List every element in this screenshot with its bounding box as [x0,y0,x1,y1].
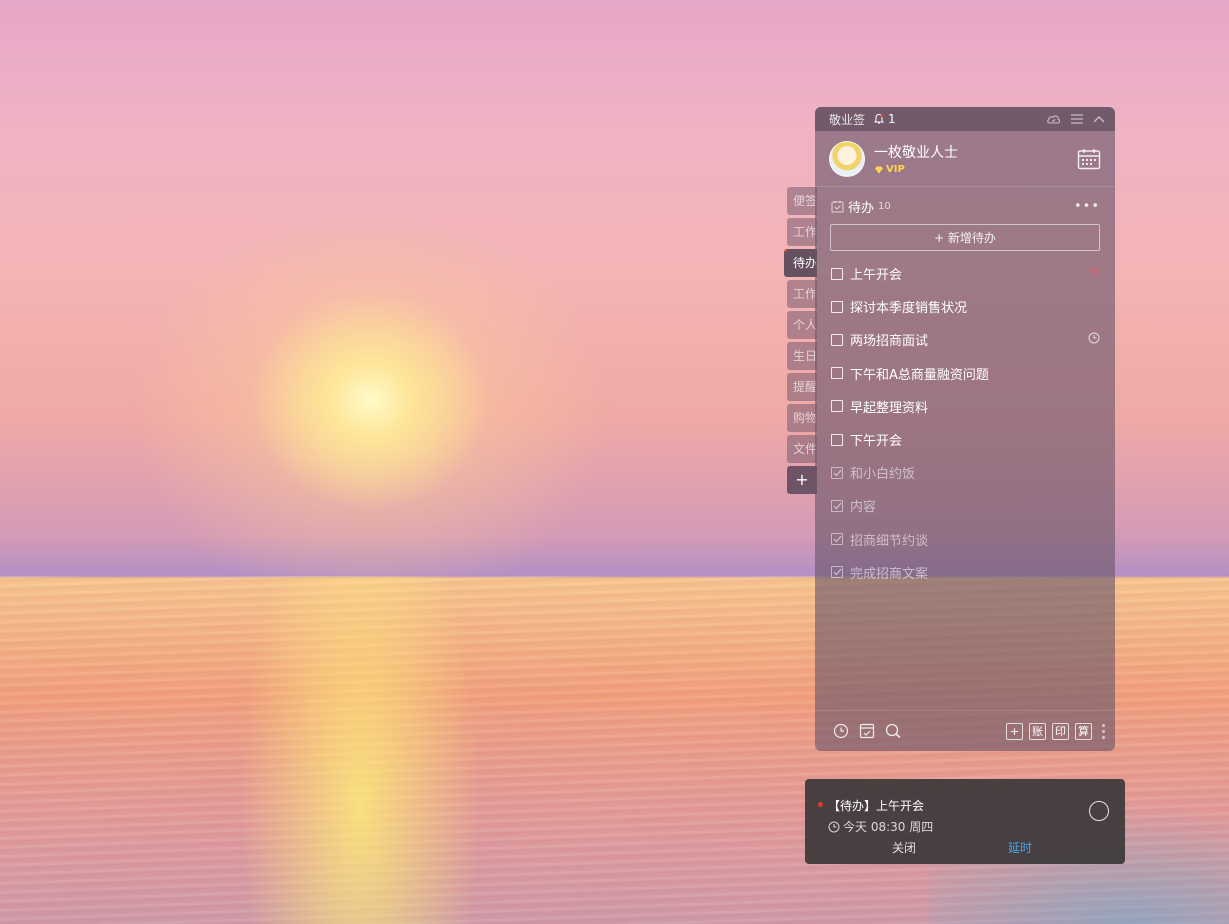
todo-text: 内容 [850,500,877,516]
todo-text: 完成招商文案 [850,566,929,582]
add-tab-button[interactable]: + [787,466,817,494]
tab-work[interactable]: 工作 [787,218,817,246]
todo-item[interactable]: 完成招商文案 [815,556,1115,589]
more-options-icon[interactable]: ••• [1074,199,1100,214]
search-icon[interactable] [885,723,902,739]
tab-shopping[interactable]: 购物 [787,404,817,432]
tab-birthday[interactable]: 生日 [787,342,817,370]
avatar[interactable] [829,140,865,177]
tab-work-2[interactable]: 工作 [787,280,817,308]
todo-item[interactable]: 下午开会 [815,423,1115,456]
clock-icon [828,821,840,832]
cloud-sync-icon[interactable] [1046,113,1061,125]
notification-count: 1 [888,112,896,126]
todo-item[interactable]: 两场招商面试 [815,323,1115,356]
section-header: 待办 10 ••• [815,187,1115,216]
vip-badge: VIP [874,164,958,175]
completed-list-icon[interactable] [859,723,875,739]
todo-item[interactable]: 和小白约饭 [815,456,1115,489]
tab-label: 购物 [793,411,817,425]
todo-text: 和小白约饭 [850,467,916,483]
reminder-notification: 【待办】上午开会 今天 08:30 周四 关闭 延时 [805,779,1125,864]
mark-done-circle[interactable] [1089,801,1109,821]
heart-icon[interactable] [1088,266,1100,281]
notification-time: 今天 08:30 周四 [828,818,933,835]
todo-checkbox[interactable] [831,533,843,546]
todo-text: 两场招商面试 [850,334,929,350]
footer-more-icon[interactable] [1102,723,1105,739]
todo-item[interactable]: 下午和A总商量融资问题 [815,357,1115,390]
todo-checkbox[interactable] [831,566,843,579]
tab-label: 工作 [793,225,817,239]
tab-label: 文件 [793,442,817,456]
snooze-button[interactable]: 延时 [1008,839,1032,856]
app-title: 敬业签 [829,112,866,127]
todo-checkbox[interactable] [831,400,843,413]
todo-item[interactable]: 探讨本季度销售状况 [815,290,1115,323]
notification-time-text: 今天 08:30 周四 [843,820,934,834]
tab-reminder[interactable]: 提醒 [787,373,817,401]
tab-label: 生日 [793,349,817,363]
reminder-bell[interactable]: 1 [873,112,896,126]
todo-item[interactable]: 早起整理资料 [815,390,1115,423]
todo-checkbox[interactable] [831,300,843,313]
clock-icon [1088,332,1100,348]
todo-text: 探讨本季度销售状况 [850,301,968,317]
todo-checkbox[interactable] [831,333,843,346]
close-button[interactable]: 关闭 [892,839,916,856]
todo-text: 下午和A总商量融资问题 [850,367,989,383]
category-tabs: 便签 工作 待办 工作 个人 生日 提醒 购物 文件 + [784,187,817,497]
tab-label: 提醒 [793,380,817,394]
bell-icon [874,113,885,124]
tab-files[interactable]: 文件 [787,435,817,463]
todo-checkbox[interactable] [831,466,843,479]
todo-item[interactable]: 内容 [815,489,1115,522]
tab-label: 待办 [793,256,817,270]
section-title: 待办 [848,201,875,216]
tab-label: 个人 [793,318,817,332]
todo-checkbox[interactable] [831,433,843,446]
unread-dot [818,802,823,807]
todo-item[interactable]: 上午开会 [815,257,1115,290]
add-note-button[interactable]: + [1006,722,1023,740]
title-bar[interactable]: 敬业签 1 [815,107,1115,131]
calendar-icon[interactable] [1077,148,1101,170]
todo-category-icon [831,201,844,213]
todo-list: 上午开会探讨本季度销售状况 两场招商面试下午和A总商量融资问题 早起整理资料 下午开会… [815,257,1115,589]
user-name: 一枚敬业人士 [874,145,958,161]
menu-icon[interactable] [1071,114,1083,124]
todo-panel: 敬业签 1 一枚敬业人士 VIP 待办 10 ••• + 新增待办 上午开会探讨… [815,107,1115,751]
tab-personal[interactable]: 个人 [787,311,817,339]
user-header: 一枚敬业人士 VIP [815,131,1115,187]
print-button[interactable]: 印 [1052,722,1069,740]
todo-text: 上午开会 [850,268,903,284]
calculator-button[interactable]: 算 [1075,722,1092,740]
vip-label: VIP [886,164,905,175]
todo-checkbox[interactable] [831,499,843,512]
notification-title: 【待办】上午开会 [828,799,925,813]
todo-checkbox[interactable] [831,267,843,280]
new-todo-button[interactable]: + 新增待办 [830,224,1100,251]
todo-text: 招商细节约谈 [850,533,929,549]
todo-text: 下午开会 [850,434,903,450]
tab-notes[interactable]: 便签 [787,187,817,215]
tab-todo[interactable]: 待办 [784,249,817,277]
tab-label: 便签 [793,194,817,208]
todo-text: 早起整理资料 [850,400,929,416]
clock-icon[interactable] [833,723,849,739]
todo-item[interactable]: 招商细节约谈 [815,523,1115,556]
tab-label: 工作 [793,287,817,301]
diamond-icon [875,166,883,173]
collapse-icon[interactable] [1093,115,1105,123]
todo-count: 10 [878,201,891,212]
panel-footer: + 账 印 算 [815,710,1115,751]
ledger-button[interactable]: 账 [1029,722,1046,740]
todo-checkbox[interactable] [831,367,843,380]
